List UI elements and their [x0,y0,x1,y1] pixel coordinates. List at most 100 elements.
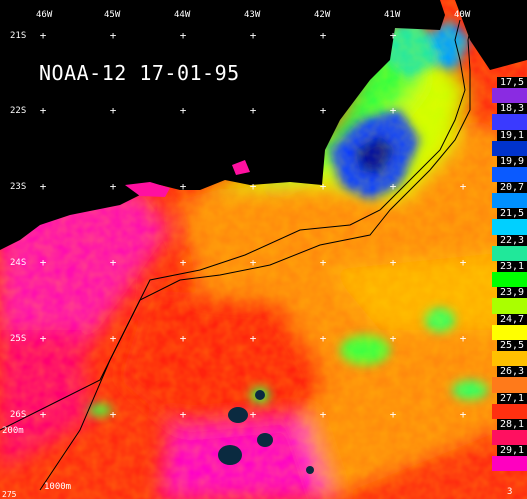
grid-cross: + [40,256,47,269]
scale-entry: 17,5 [492,77,527,104]
scale-value: 26,3 [497,366,527,378]
corner-label: 3 [507,487,513,497]
scale-entry: 23,9 [492,287,527,314]
scale-swatch [492,245,527,262]
longitude-label: 40W [454,10,471,20]
latitude-label: 26S [10,410,27,420]
corner-label: 275 [2,490,17,499]
scale-swatch [492,88,527,104]
scale-value: 19,9 [497,155,527,167]
scale-swatch [492,403,527,419]
longitude-label: 43W [244,10,261,20]
grid-cross: + [460,408,467,421]
grid-cross: + [320,104,327,117]
grid-cross: + [390,332,397,345]
latitude-label: 21S [10,31,27,41]
latitude-label: 24S [10,258,27,268]
scale-value: 25,5 [497,339,527,351]
scale-value: 18,3 [497,103,527,115]
scale-value: 23,1 [497,261,527,273]
scale-swatch [492,193,527,209]
scale-entry: 18,3 [492,103,527,130]
map-title: NOAA-12 17-01-95 [39,61,240,85]
scale-swatch [492,429,527,446]
scale-swatch [492,166,527,183]
scale-value: 21,5 [497,208,527,220]
scale-value: 19,1 [497,129,527,141]
longitude-label: 42W [314,10,331,20]
scale-value: 22,3 [497,234,527,246]
grid-cross: + [250,29,257,42]
grid-cross: + [180,29,187,42]
grid-cross: + [180,180,187,193]
grid-cross: + [110,180,117,193]
grid-cross: + [180,332,187,345]
grid-cross: + [40,408,47,421]
scale-swatch [492,272,527,288]
grid-cross: + [40,332,47,345]
grid-cross: + [40,180,47,193]
grid-cross: + [40,104,47,117]
scale-value: 20,7 [497,182,527,194]
sst-map: + + + + + + + + + + + + + + + + + + + + + + + + + + + + + + + + + + + + + + + +… [0,0,527,499]
grid-cross: + [320,29,327,42]
grid-cross: + [250,332,257,345]
scale-swatch [492,324,527,340]
grid-cross: + [390,408,397,421]
isobath-label-1000m: 1000m [44,482,72,492]
longitude-label: 44W [174,10,191,20]
temperature-color-scale: 17,5 18,3 19,1 19,9 20,7 21,5 22,3 23,1 23,9 24,7… [492,77,527,472]
grid-cross: + [250,256,257,269]
grid-cross: + [110,332,117,345]
grid-cross: + [110,104,117,117]
scale-value: 27,1 [497,392,527,404]
scale-entry: 20,7 [492,182,527,209]
longitude-label: 41W [384,10,401,20]
scale-swatch [492,140,527,156]
grid-cross: + [250,180,257,193]
scale-value: 28,1 [497,418,527,430]
grid-cross: + [320,332,327,345]
grid-cross: + [180,104,187,117]
grid-cross: + [390,180,397,193]
scale-entry: 28,1 [492,418,527,446]
scale-entry: 29,1 [492,445,527,472]
longitude-label: 45W [104,10,121,20]
scale-swatch [492,377,527,393]
latitude-label: 25S [10,334,27,344]
grid-cross: + [180,408,187,421]
scale-entry: 23,1 [492,261,527,288]
scale-value: 29,1 [497,445,527,457]
scale-value: 24,7 [497,313,527,325]
isobath-label-200m: 200m [2,426,24,436]
grid-cross: + [460,256,467,269]
grid-cross: + [250,408,257,421]
grid-cross: + [110,408,117,421]
scale-swatch [492,298,527,314]
grid-cross: + [110,29,117,42]
scale-entry: 21,5 [492,208,527,235]
grid-cross: + [320,256,327,269]
scale-value: 23,9 [497,287,527,299]
grid-cross: + [390,29,397,42]
grid-cross: + [40,29,47,42]
scale-entry: 26,3 [492,366,527,393]
scale-swatch [492,350,527,367]
longitude-label: 46W [36,10,53,20]
scale-swatch [492,456,527,472]
grid-cross: + [390,256,397,269]
latitude-label: 23S [10,182,27,192]
grid-cross: + [460,332,467,345]
scale-entry: 19,1 [492,129,527,156]
scale-swatch [492,219,527,235]
grid-cross: + [320,408,327,421]
grid-cross: + [460,180,467,193]
scale-entry: 22,3 [492,234,527,262]
scale-swatch [492,114,527,130]
grid-cross: + [180,256,187,269]
scale-entry: 19,9 [492,155,527,183]
grid-cross: + [320,180,327,193]
latitude-label: 22S [10,106,27,116]
scale-entry: 27,1 [492,392,527,419]
scale-entry: 24,7 [492,313,527,340]
